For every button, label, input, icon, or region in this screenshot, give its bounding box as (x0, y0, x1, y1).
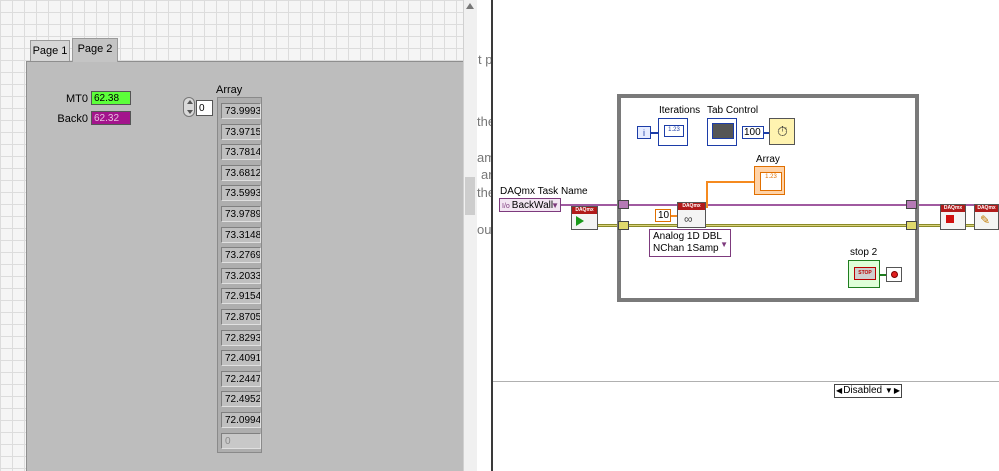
error-wire (918, 224, 940, 227)
samples-constant[interactable]: 10 (655, 209, 671, 222)
stop-label: stop 2 (850, 247, 878, 258)
numeric-display-icon: 1.23 (664, 125, 684, 137)
tab-page-2[interactable]: Page 2 (72, 38, 118, 62)
daqmx-band: DAQmx (941, 205, 965, 212)
array-element: 73.27697 (221, 247, 261, 264)
array-element: 0 (221, 432, 261, 449)
wait-ms-node[interactable]: ⏱ (769, 118, 795, 145)
front-panel-scrollbar[interactable] (463, 0, 477, 471)
daqmx-start-task-node[interactable]: DAQmx (571, 206, 598, 230)
dropdown-arrow-icon[interactable]: ▼ (885, 386, 893, 395)
mt0-indicator: 62.38 (91, 91, 131, 105)
wait-ms-constant[interactable]: 100 (742, 126, 764, 139)
task-name-label: DAQmx Task Name (500, 186, 588, 197)
array-element: 73.97899 (221, 206, 261, 222)
array-element: 72.09947 (221, 412, 261, 428)
play-icon (576, 216, 584, 226)
daqmx-band: DAQmx (572, 207, 597, 214)
disabled-case-label: Disabled (843, 385, 883, 396)
daqmx-stop-task-node[interactable]: DAQmx (940, 204, 966, 230)
scrollbar-thumb[interactable] (465, 177, 475, 215)
stop-button-icon: STOP (854, 267, 876, 280)
daqmx-band: DAQmx (678, 203, 705, 210)
mt0-label: MT0 (66, 93, 88, 105)
background-text: ou (477, 222, 492, 237)
array-element: 72.40910 (221, 350, 261, 367)
glasses-icon: ∞ (684, 212, 693, 226)
poly-line-1: Analog 1D DBL (653, 231, 722, 242)
task-name-value: BackWall (511, 200, 554, 211)
array-element: 73.99936 (221, 103, 261, 119)
loop-condition-terminal[interactable] (886, 267, 902, 282)
array-element: 72.91547 (221, 288, 261, 305)
daqmx-clear-task-node[interactable]: DAQmx ✎ (974, 204, 999, 230)
array-index-input[interactable]: 0 (196, 100, 213, 116)
array-index-spinner[interactable] (183, 97, 195, 117)
array-terminal[interactable]: 1.23 (754, 166, 785, 195)
array-element: 73.59937 (221, 185, 261, 202)
stop-condition-icon (891, 271, 898, 278)
task-wire (966, 204, 974, 206)
dropdown-arrow-icon: ▼ (551, 201, 559, 210)
array-label: Array (216, 84, 243, 96)
array-element: 73.97150 (221, 123, 261, 140)
stop-square-icon (946, 215, 954, 223)
array-display-icon: 1.23 (760, 172, 782, 191)
array-element: 73.78147 (221, 144, 261, 161)
array-element: 72.49524 (221, 391, 261, 408)
shift-register-right-task (906, 200, 917, 209)
previous-case-icon[interactable]: ◀ (836, 385, 842, 397)
back0-indicator: 62.32 (91, 111, 131, 125)
tab-page-1[interactable]: Page 1 (30, 40, 70, 62)
iteration-terminal: i (637, 126, 651, 139)
daqmx-band: DAQmx (975, 205, 998, 212)
array-element: 73.31483 (221, 226, 261, 243)
tab-control-icon (712, 123, 734, 139)
iterations-indicator[interactable]: 1.23 (658, 118, 688, 146)
io-icon: I/o (502, 203, 510, 210)
iterations-label: Iterations (659, 105, 701, 116)
next-case-icon[interactable]: ▶ (894, 385, 900, 397)
diagram-disable-selector[interactable]: ◀ Disabled ▼ ▶ (834, 384, 902, 398)
read-polymorphic-selector[interactable]: Analog 1D DBL NChan 1Samp ▼ (649, 229, 731, 257)
array-terminal-label: Array (756, 154, 780, 165)
metronome-icon: ⏱ (777, 123, 788, 139)
daqmx-read-node[interactable]: DAQmx ∞ (677, 202, 706, 228)
shift-register-left-task (618, 200, 629, 209)
back0-label: Back0 (57, 113, 88, 125)
array-element: 73.20335 (221, 267, 261, 284)
task-name-control[interactable]: I/o BackWall ▼ (499, 198, 561, 212)
eraser-icon: ✎ (980, 213, 991, 227)
diagram-separator (493, 381, 999, 382)
dropdown-arrow-icon: ▼ (720, 240, 728, 249)
scroll-up-arrow-icon[interactable] (466, 3, 474, 9)
array-element: 72.82935 (221, 329, 261, 346)
shift-register-left-error (618, 221, 629, 230)
array-element: 73.68124 (221, 164, 261, 181)
tab-control-indicator[interactable] (707, 118, 737, 146)
array-element: 72.87054 (221, 309, 261, 325)
tab-control-label: Tab Control (707, 105, 759, 116)
task-wire (918, 204, 940, 206)
poly-line-2: NChan 1Samp (653, 243, 719, 254)
shift-register-right-error (906, 221, 917, 230)
stop-button-control[interactable]: STOP (848, 260, 880, 288)
array-element: 72.24472 (221, 370, 261, 387)
